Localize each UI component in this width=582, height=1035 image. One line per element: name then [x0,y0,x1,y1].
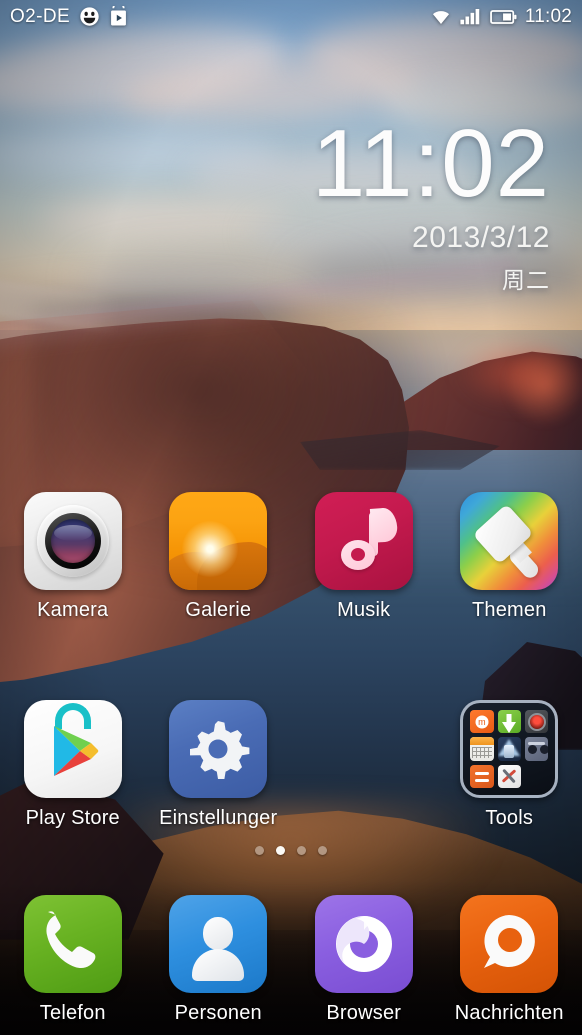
status-bar-left: O2-DE [10,6,128,28]
app-einstellungen[interactable]: Einstellunger [146,700,292,830]
app-label: Themen [471,599,547,621]
app-label: Play Store [25,807,120,829]
app-label: Einstellunger [159,807,278,829]
status-bar-clock: 11:02 [524,5,572,27]
carrier-label: O2-DE [10,5,71,27]
app-row-2: Play Store Einstellunger m Tools [0,700,582,830]
app-personen[interactable]: Personen [146,895,292,1025]
settings-icon[interactable] [169,700,268,798]
smiley-face-icon [79,6,100,27]
messaging-icon[interactable] [460,895,559,993]
app-kamera[interactable]: Kamera [0,492,146,622]
folder-tools[interactable]: Tools [437,700,582,830]
app-label: Nachrichten [454,1002,564,1024]
security-icon [524,710,549,734]
recorder-icon [524,737,549,761]
phone-icon[interactable] [23,895,122,993]
app-label: Personen [174,1002,262,1024]
status-bar-right: 11:02 [430,6,572,28]
cellular-signal-icon [460,8,482,25]
folder-icon[interactable] [460,700,559,798]
page-dot-4[interactable] [318,846,327,855]
app-telefon[interactable]: Telefon [0,895,146,1025]
flashlight-icon [497,737,521,761]
page-dot-3[interactable] [297,846,306,855]
notes-icon [470,764,494,788]
mi-store-icon [470,710,494,734]
wifi-icon [430,8,452,25]
browser-icon[interactable] [314,895,413,993]
folder-empty-slot [525,765,548,788]
compass-icon [497,764,521,788]
app-grid: Kamera Galerie Musik Themen Play Store E… [0,0,582,1035]
battery-icon [490,9,517,25]
themes-icon[interactable] [460,492,559,590]
page-indicator[interactable] [0,846,582,855]
page-dot-1[interactable] [255,846,264,855]
app-label: Musik [337,599,391,621]
empty-grid-slot [291,700,437,830]
play-store-bag-icon [109,6,128,27]
app-musik[interactable]: Musik [291,492,437,622]
camera-icon[interactable] [23,492,122,590]
downloads-icon [497,710,521,734]
gallery-icon[interactable] [169,492,268,590]
app-label: Tools [485,807,534,829]
app-row-1: Kamera Galerie Musik Themen [0,492,582,622]
calendar-icon [470,737,494,761]
app-browser[interactable]: Browser [291,895,437,1025]
dock: Telefon Personen Browser Nachrichten [0,895,582,1025]
contacts-icon[interactable] [169,895,268,993]
play-store-icon[interactable] [23,700,122,798]
app-label: Galerie [185,599,252,621]
music-icon[interactable] [314,492,413,590]
app-play-store[interactable]: Play Store [0,700,146,830]
app-label: Kamera [37,599,109,621]
page-dot-2[interactable] [276,846,285,855]
app-nachrichten[interactable]: Nachrichten [437,895,582,1025]
app-themen[interactable]: Themen [437,492,582,622]
status-bar[interactable]: O2-DE 11:02 [0,0,582,33]
app-label: Browser [326,1002,402,1024]
app-galerie[interactable]: Galerie [146,492,292,622]
app-label: Telefon [39,1002,106,1024]
